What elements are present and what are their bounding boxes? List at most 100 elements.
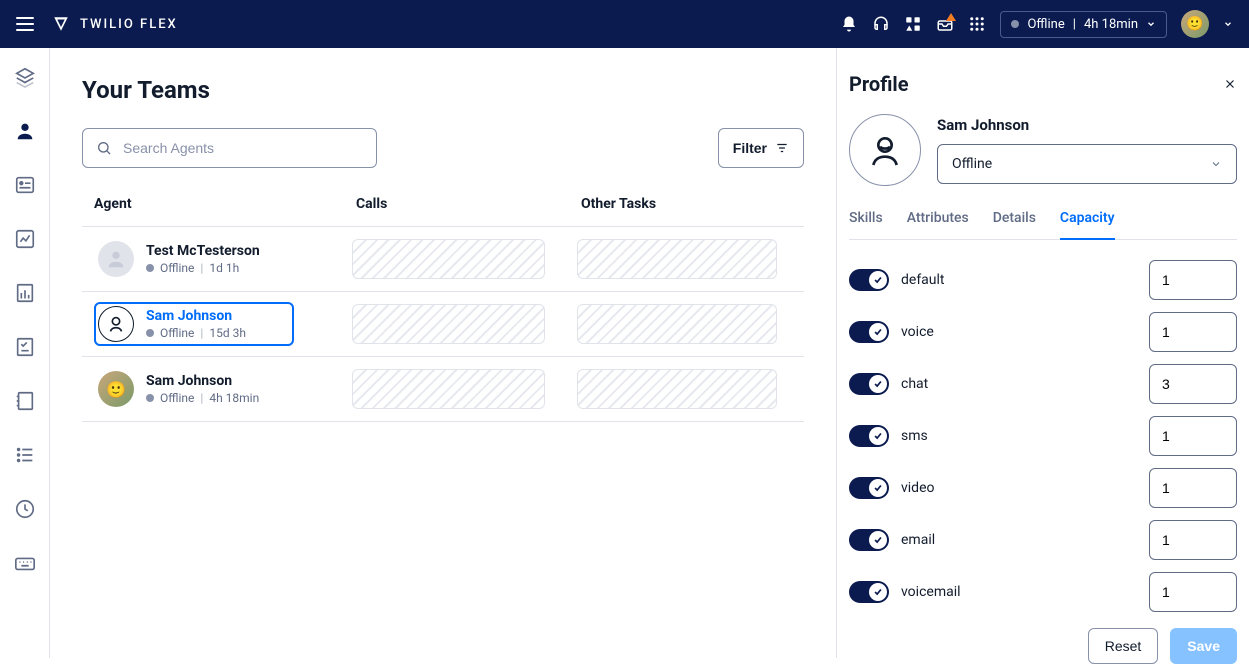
chevron-down-icon [1210,158,1222,170]
capacity-input[interactable] [1149,364,1237,404]
agent-name: Sam Johnson [146,373,259,389]
inbox-icon[interactable] [936,15,954,33]
user-avatar[interactable]: 🙂 [1181,10,1209,38]
tab-attributes[interactable]: Attributes [907,204,969,240]
capacity-label: chat [901,376,928,392]
capacity-input[interactable] [1149,260,1237,300]
status-text: Offline [1027,17,1064,32]
capacity-label: video [901,480,935,496]
close-icon[interactable] [1223,77,1237,91]
col-calls: Calls [356,196,581,212]
nav-reports-icon[interactable] [14,282,36,304]
capacity-toggle[interactable] [849,477,889,499]
apps-grid-icon[interactable] [968,15,986,33]
nav-contacts-icon[interactable] [14,390,36,412]
tab-capacity[interactable]: Capacity [1060,204,1115,240]
tab-skills[interactable]: Skills [849,204,883,240]
status-duration: 4h 18min [1084,17,1138,32]
capacity-label: voicemail [901,584,961,600]
agent-name: Sam Johnson [146,308,246,324]
capacity-list: default voice chat [849,260,1237,612]
capacity-toggle[interactable] [849,321,889,343]
profile-panel: Profile Sam Johnson Offline Skills Attri… [836,48,1249,658]
status-sep: | [1073,17,1076,32]
capacity-toggle[interactable] [849,581,889,603]
tab-details[interactable]: Details [993,204,1036,240]
capacity-row: email [849,520,1237,560]
nav-queues-icon[interactable] [14,174,36,196]
capacity-input[interactable] [1149,468,1237,508]
filter-icon [775,141,789,155]
avatar-placeholder-icon [98,241,134,277]
brand-text: TWILIO FLEX [80,17,178,32]
col-other: Other Tasks [581,196,792,212]
menu-icon[interactable] [16,17,34,31]
search-icon [96,140,112,156]
agent-row[interactable]: Test McTesterson Offline | 1d 1h [82,226,804,291]
nav-teams-icon[interactable] [14,120,36,142]
capacity-row: sms [849,416,1237,456]
nav-analytics-icon[interactable] [14,228,36,250]
agent-status: Offline | 1d 1h [146,261,260,275]
avatar-chevron-down-icon[interactable] [1223,19,1233,29]
page-title: Your Teams [82,76,804,104]
brand: TWILIO FLEX [52,15,178,33]
status-dot-icon [146,394,154,402]
agent-row[interactable]: Sam Johnson Offline | 15d 3h [82,291,804,356]
nav-list-icon[interactable] [14,444,36,466]
capacity-input[interactable] [1149,416,1237,456]
other-tasks-placeholder [577,239,777,279]
calls-placeholder [352,304,545,344]
search-input[interactable] [82,128,377,168]
status-dot-icon [146,329,154,337]
capacity-toggle[interactable] [849,269,889,291]
other-tasks-placeholder [577,369,777,409]
capacity-toggle[interactable] [849,529,889,551]
capacity-row: video [849,468,1237,508]
calls-placeholder [352,369,545,409]
status-dot-icon [1011,20,1019,28]
panel-title: Profile [849,72,909,96]
status-dot-icon [146,264,154,272]
search-agents [82,128,377,168]
save-button[interactable]: Save [1170,628,1237,664]
capacity-row: default [849,260,1237,300]
dialpad-icon[interactable] [904,15,922,33]
nav-history-icon[interactable] [14,498,36,520]
agent-name: Test McTesterson [146,243,260,259]
bell-icon[interactable] [840,15,858,33]
capacity-label: sms [901,428,928,444]
capacity-input[interactable] [1149,520,1237,560]
capacity-label: default [901,272,945,288]
capacity-label: email [901,532,935,548]
capacity-input[interactable] [1149,572,1237,612]
nav-layers-icon[interactable] [14,66,36,88]
agent-row[interactable]: 🙂 Sam Johnson Offline | 4h 18min [82,356,804,422]
agent-status: Offline | 15d 3h [146,326,246,340]
avatar-photo: 🙂 [98,371,134,407]
agent-status: Offline | 4h 18min [146,391,259,405]
reset-button[interactable]: Reset [1088,628,1159,664]
profile-avatar-icon [849,114,921,186]
profile-status-select[interactable]: Offline [937,144,1237,184]
col-agent: Agent [94,196,356,212]
nav-tasks-icon[interactable] [14,336,36,358]
capacity-toggle[interactable] [849,373,889,395]
notification-indicator-icon [946,13,956,21]
capacity-toggle[interactable] [849,425,889,447]
nav-keyboard-icon[interactable] [14,552,36,574]
headset-icon[interactable] [872,15,890,33]
profile-name: Sam Johnson [937,116,1237,134]
capacity-input[interactable] [1149,312,1237,352]
main-content: Your Teams Filter Agent Calls Other Task… [50,48,836,658]
capacity-row: voice [849,312,1237,352]
capacity-label: voice [901,324,934,340]
avatar-outline-icon [98,306,134,342]
left-navigation [0,48,50,658]
agents-table-header: Agent Calls Other Tasks [82,196,804,226]
other-tasks-placeholder [577,304,777,344]
filter-button[interactable]: Filter [718,128,804,168]
chevron-down-icon [1146,19,1156,29]
capacity-row: chat [849,364,1237,404]
agent-status-selector[interactable]: Offline | 4h 18min [1000,11,1167,38]
